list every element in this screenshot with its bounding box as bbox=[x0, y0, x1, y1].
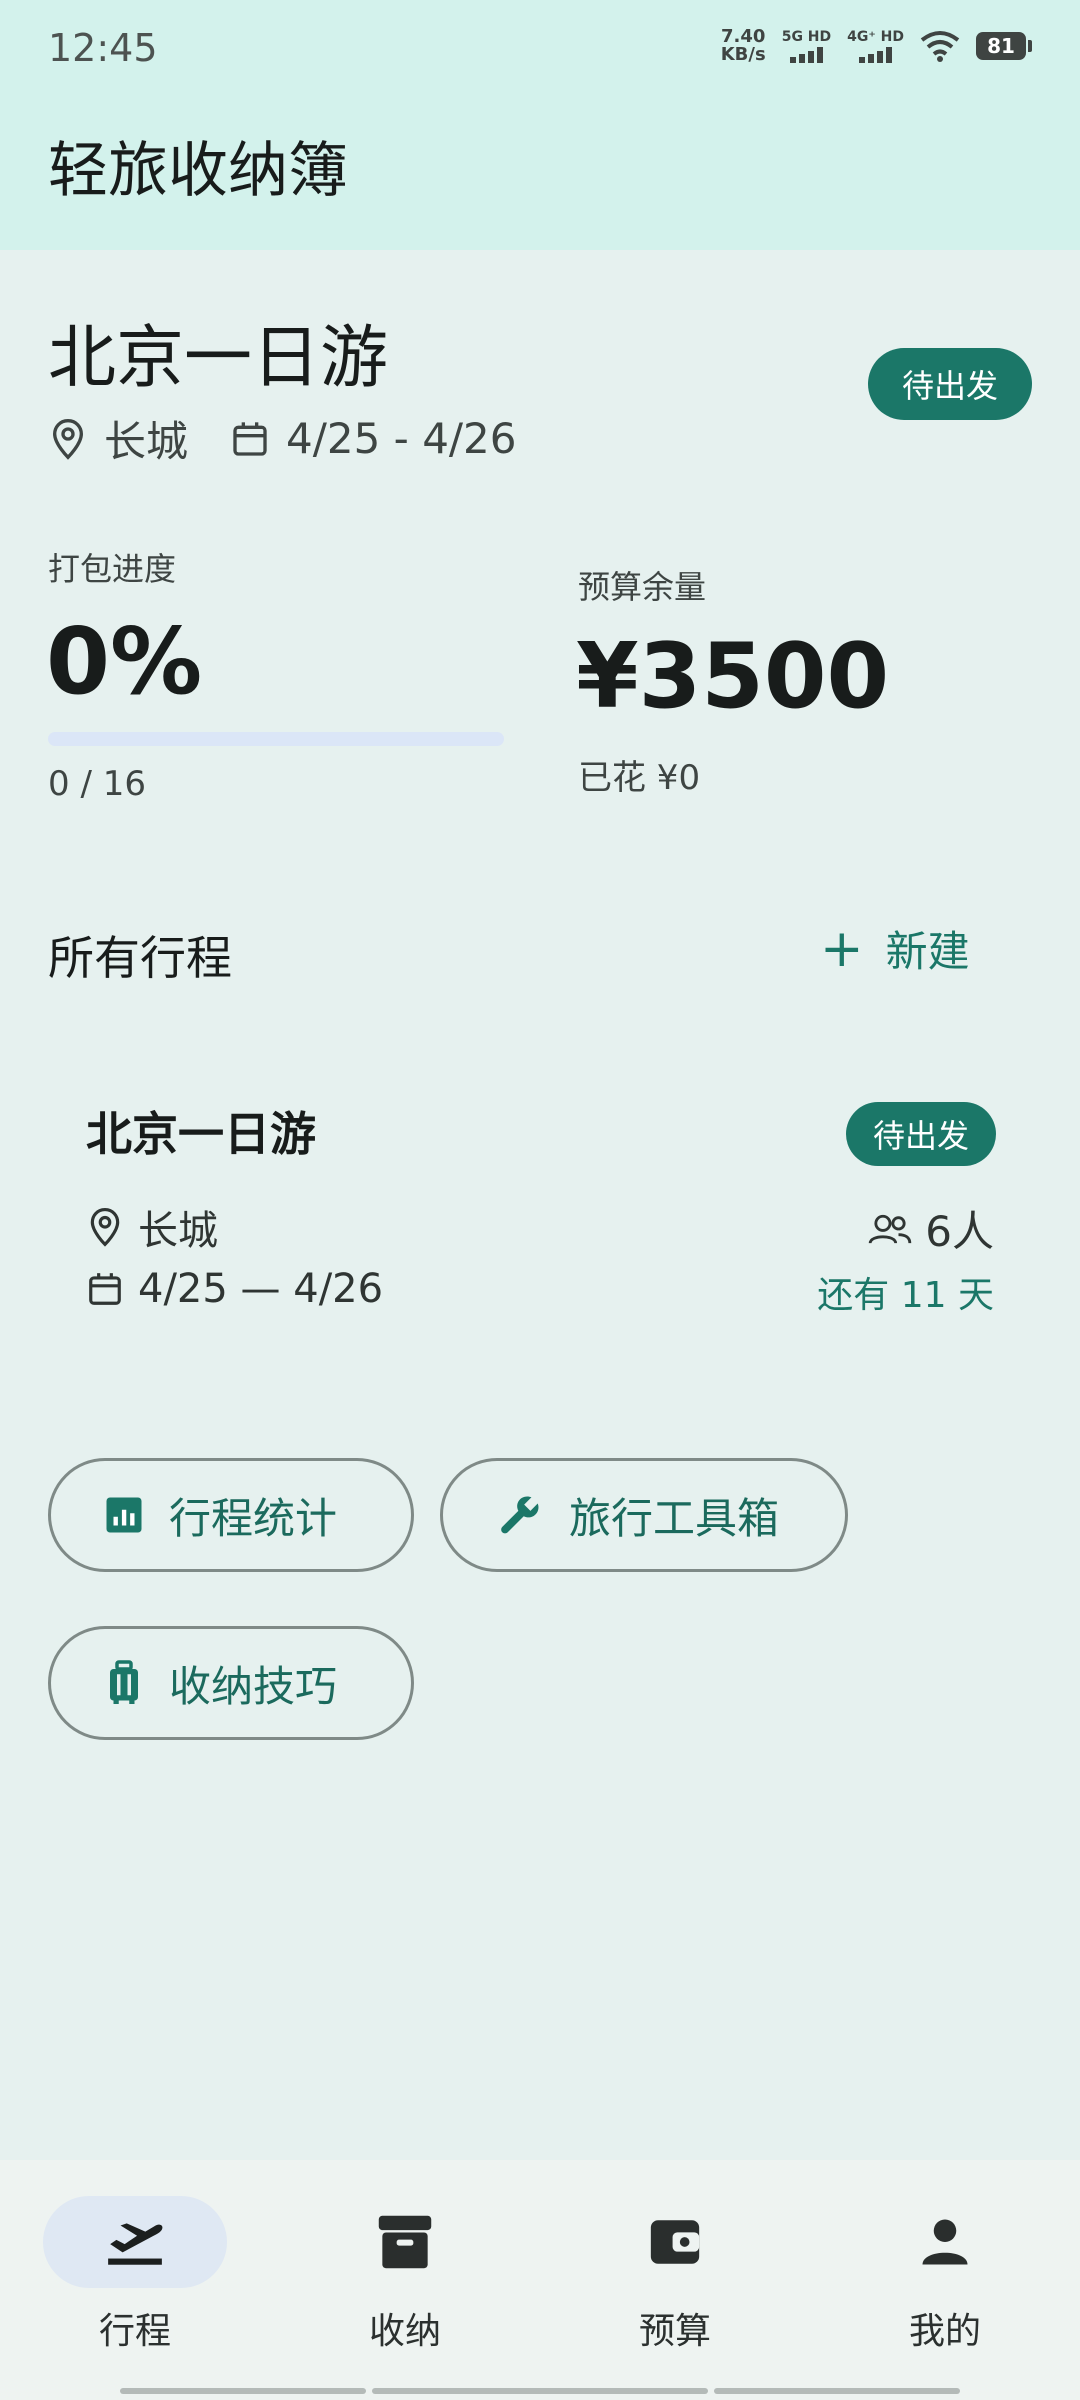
archive-box-icon bbox=[378, 2215, 432, 2269]
new-trip-label: 新建 bbox=[885, 927, 970, 976]
plus-icon: + bbox=[820, 918, 864, 979]
budget-spent: 已花 ¥0 bbox=[578, 758, 701, 798]
current-trip-location: 长城 bbox=[104, 417, 189, 466]
wrench-icon bbox=[501, 1496, 539, 1534]
nav-label-budget: 预算 bbox=[638, 2311, 711, 2352]
luggage-icon bbox=[110, 1660, 138, 1704]
current-trip-title: 北京一日游 bbox=[48, 319, 389, 398]
person-icon bbox=[922, 2219, 968, 2265]
current-trip-dates: 4/25 - 4/26 bbox=[286, 414, 517, 463]
trip-stats-label: 行程统计 bbox=[169, 1493, 338, 1543]
trip-card-dates: 4/25 — 4/26 bbox=[138, 1266, 384, 1312]
sim1-signal: 5G HD bbox=[782, 30, 831, 63]
calendar-icon bbox=[233, 421, 267, 456]
wallet-icon bbox=[650, 2220, 700, 2264]
packing-progress-bar bbox=[48, 732, 504, 746]
nav-tab-profile[interactable]: 我的 bbox=[845, 2196, 1045, 2354]
battery-icon: 81 bbox=[976, 32, 1032, 60]
trip-card-people: 6人 bbox=[867, 1198, 994, 1259]
calendar-icon bbox=[89, 1273, 121, 1305]
wifi-icon bbox=[920, 31, 960, 62]
app-title: 轻旅收纳簿 bbox=[48, 136, 348, 206]
packing-progress-label: 打包进度 bbox=[48, 550, 177, 588]
packing-tips-label: 收纳技巧 bbox=[169, 1661, 338, 1711]
signal-icon bbox=[789, 46, 823, 63]
group-icon bbox=[869, 1214, 912, 1244]
packing-progress-percent: 0% bbox=[46, 608, 203, 715]
sim2-signal: 4G⁺ HD bbox=[847, 30, 904, 63]
location-pin-icon bbox=[52, 418, 84, 460]
trip-card-title: 北京一日游 bbox=[86, 1107, 316, 1161]
signal-icon bbox=[859, 46, 893, 63]
packing-tips-button[interactable]: 收纳技巧 bbox=[48, 1626, 414, 1740]
trip-stats-button[interactable]: 行程统计 bbox=[48, 1458, 414, 1572]
travel-toolbox-button[interactable]: 旅行工具箱 bbox=[440, 1458, 848, 1572]
status-time: 12:45 bbox=[48, 26, 158, 70]
nav-tab-budget[interactable]: 预算 bbox=[575, 2196, 775, 2354]
packing-count: 0 / 16 bbox=[48, 764, 146, 804]
nav-label-trips: 行程 bbox=[98, 2311, 171, 2352]
status-badge: 待出发 bbox=[868, 348, 1032, 420]
trip-card-location-row: 长城 bbox=[86, 1198, 218, 1256]
current-trip-meta: 长城 4/25 - 4/26 bbox=[48, 408, 517, 469]
gesture-bar bbox=[714, 2388, 960, 2394]
nav-label-profile: 我的 bbox=[908, 2311, 981, 2352]
location-pin-icon bbox=[90, 1207, 120, 1247]
travel-toolbox-label: 旅行工具箱 bbox=[569, 1493, 780, 1543]
flight-takeoff-icon bbox=[108, 2223, 163, 2265]
trip-card-days-left: 还有 11 天 bbox=[817, 1275, 994, 1316]
budget-remaining-amount: ¥3500 bbox=[576, 624, 890, 729]
gesture-bar bbox=[372, 2388, 708, 2394]
status-icons: 7.40 KB/s 5G HD 4G⁺ HD 81 bbox=[721, 28, 1032, 64]
nav-tab-storage[interactable]: 收纳 bbox=[305, 2196, 505, 2354]
trip-card-people-count: 6人 bbox=[925, 1207, 994, 1256]
nav-tab-trips[interactable]: 行程 bbox=[35, 2196, 235, 2354]
nav-label-storage: 收纳 bbox=[368, 2311, 441, 2352]
new-trip-button[interactable]: + 新建 bbox=[820, 918, 970, 979]
budget-remaining-label: 预算余量 bbox=[578, 568, 707, 606]
all-trips-title: 所有行程 bbox=[48, 931, 232, 985]
trip-card-status-badge: 待出发 bbox=[846, 1102, 996, 1166]
gesture-bar bbox=[120, 2388, 366, 2394]
trip-card-dates-row: 4/25 — 4/26 bbox=[86, 1266, 383, 1312]
network-speed: 7.40 KB/s bbox=[720, 26, 766, 65]
trip-card-location: 长城 bbox=[138, 1208, 218, 1254]
bar-chart-icon bbox=[106, 1497, 142, 1533]
